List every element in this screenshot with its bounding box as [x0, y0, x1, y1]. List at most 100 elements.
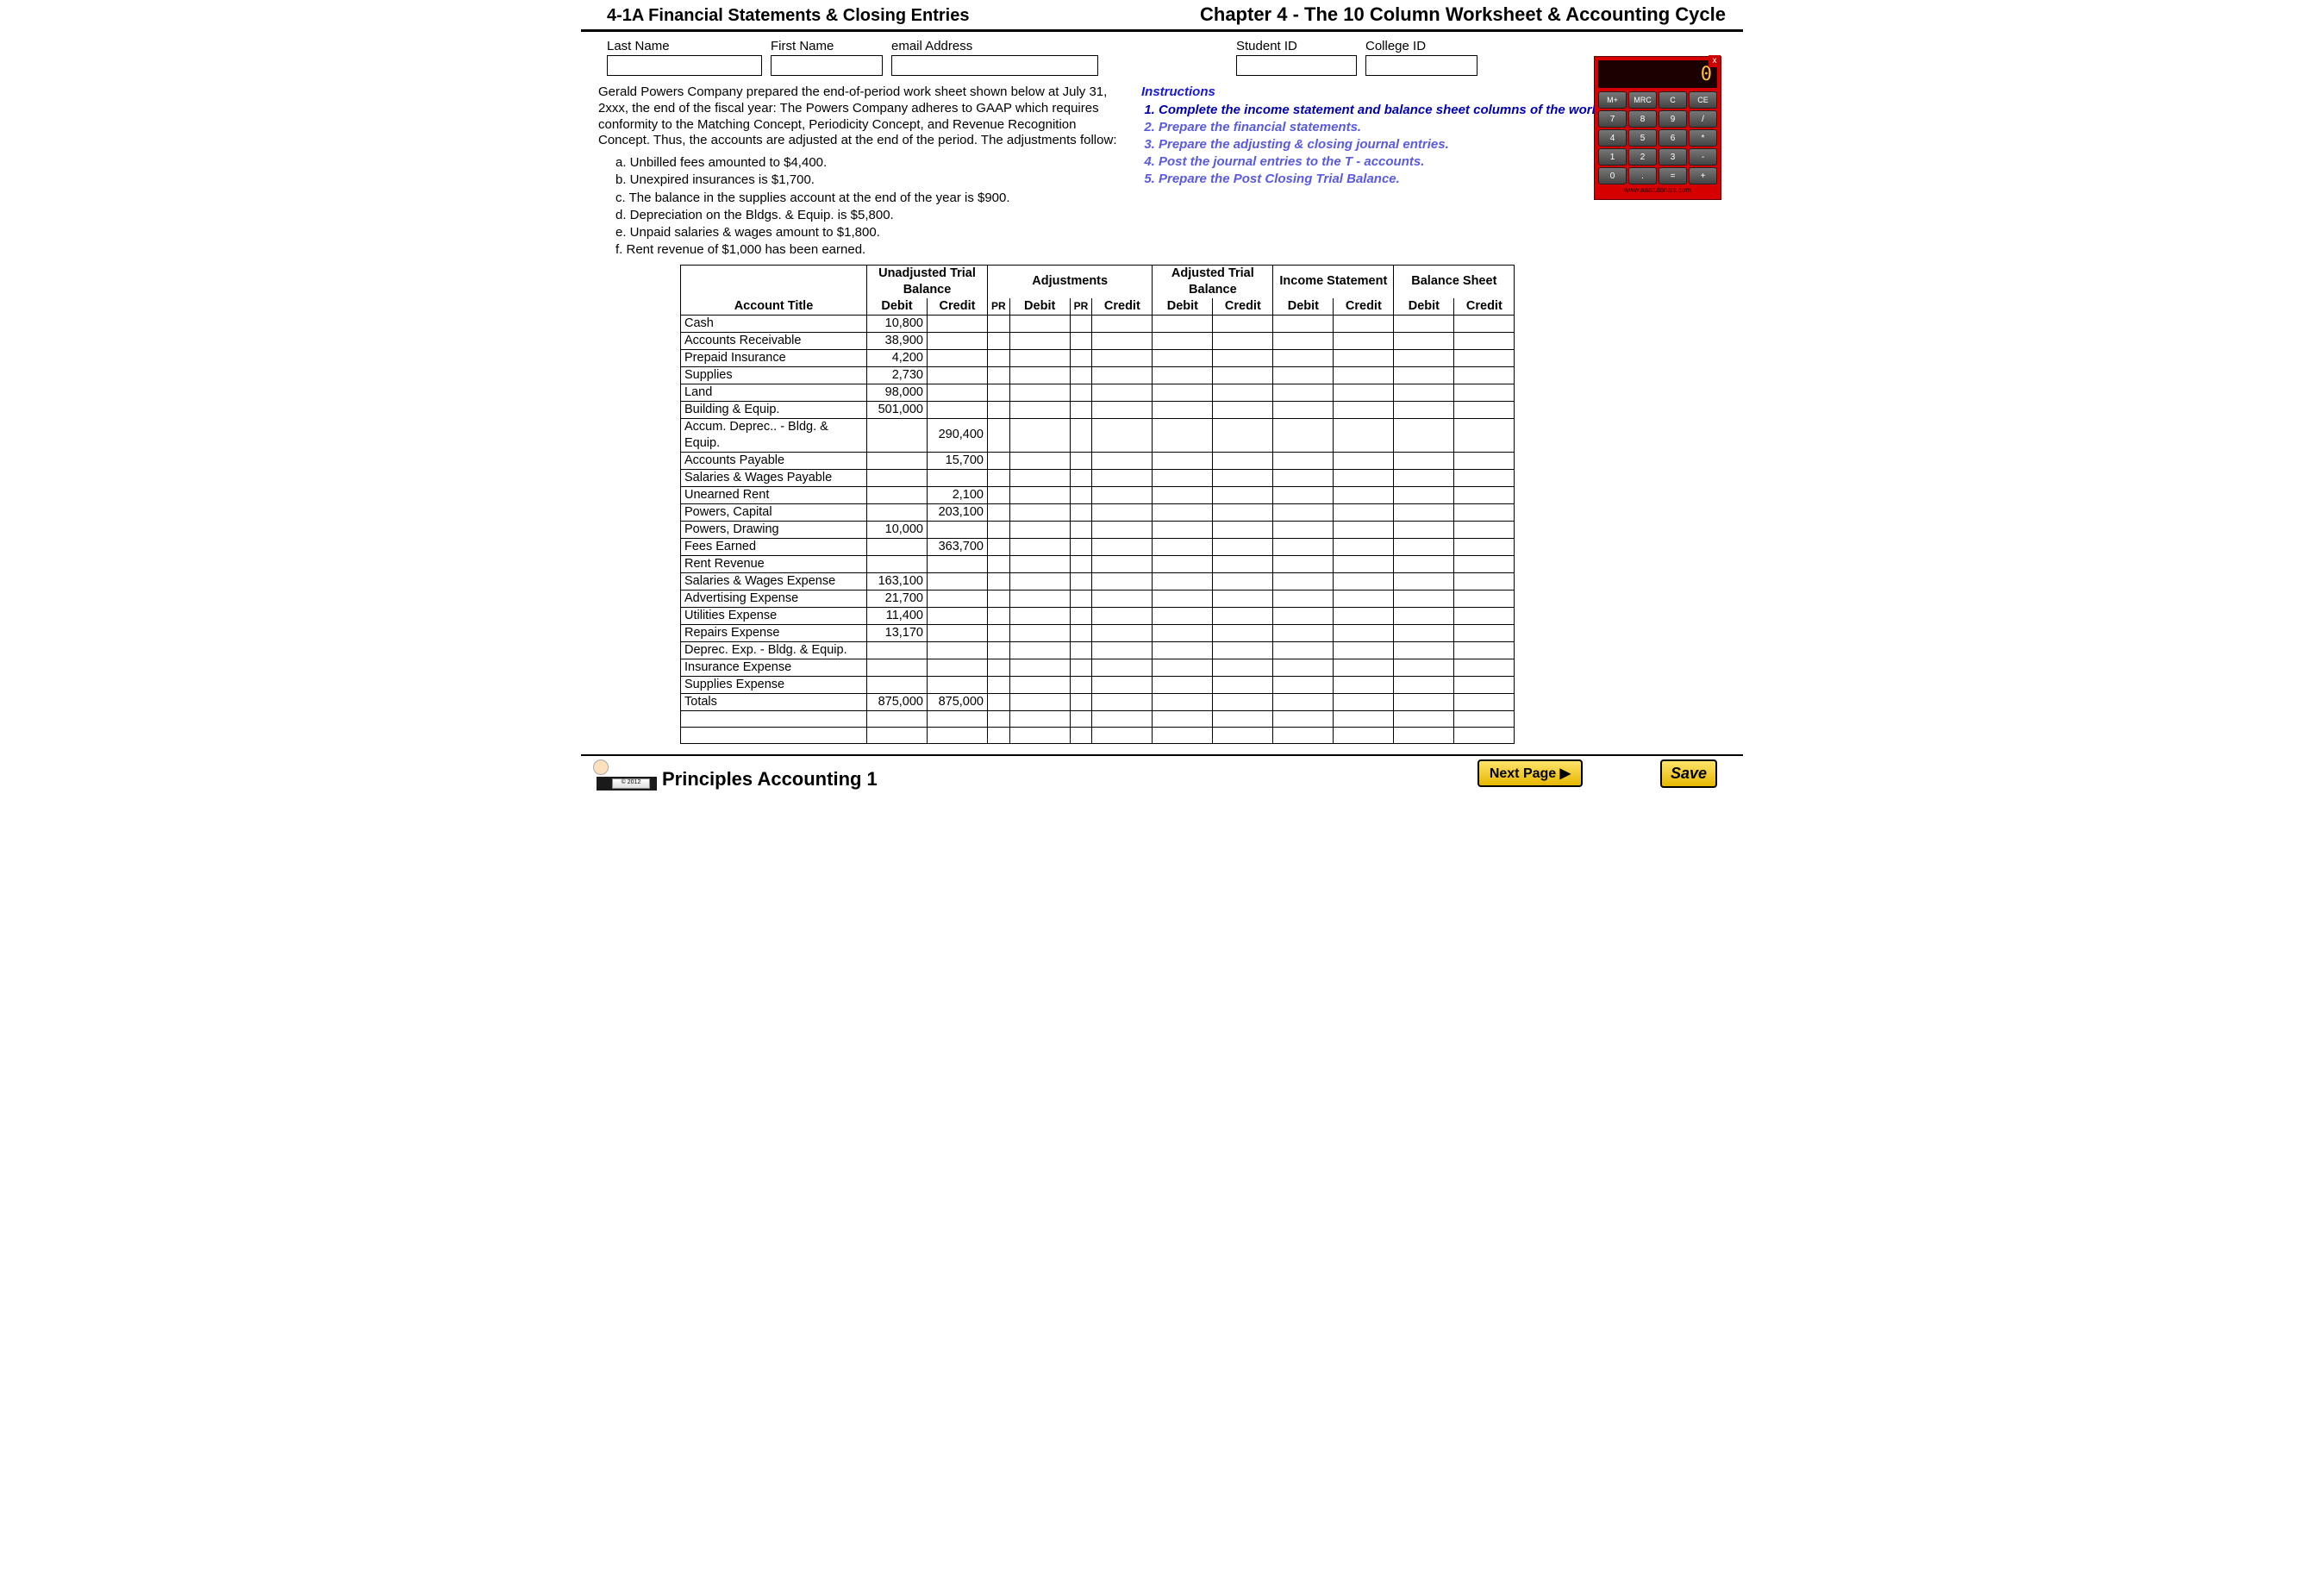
worksheet-cell[interactable]	[988, 315, 1010, 332]
worksheet-cell[interactable]	[1070, 659, 1092, 676]
worksheet-cell[interactable]	[1009, 624, 1070, 641]
worksheet-cell[interactable]	[1070, 486, 1092, 503]
worksheet-cell[interactable]	[1394, 486, 1454, 503]
worksheet-cell[interactable]	[1454, 572, 1515, 590]
worksheet-cell[interactable]	[1334, 349, 1394, 366]
worksheet-cell[interactable]	[1394, 624, 1454, 641]
worksheet-cell[interactable]	[1070, 727, 1092, 743]
worksheet-cell[interactable]	[1334, 452, 1394, 469]
worksheet-cell[interactable]	[1213, 538, 1273, 555]
input-student-id[interactable]	[1236, 55, 1357, 76]
worksheet-cell[interactable]	[988, 366, 1010, 384]
worksheet-cell[interactable]	[1454, 503, 1515, 521]
worksheet-cell[interactable]	[1394, 521, 1454, 538]
worksheet-cell[interactable]	[1394, 503, 1454, 521]
worksheet-cell[interactable]	[1454, 452, 1515, 469]
worksheet-cell[interactable]	[1334, 624, 1394, 641]
worksheet-cell[interactable]	[1009, 452, 1070, 469]
worksheet-cell[interactable]	[988, 607, 1010, 624]
calc-key-MRC[interactable]: MRC	[1628, 91, 1657, 109]
worksheet-cell[interactable]	[1394, 418, 1454, 452]
worksheet-cell[interactable]	[1092, 332, 1153, 349]
worksheet-cell[interactable]	[1273, 590, 1334, 607]
worksheet-cell[interactable]	[1454, 693, 1515, 710]
worksheet-cell[interactable]	[1009, 366, 1070, 384]
calc-key-.[interactable]: .	[1628, 167, 1657, 184]
worksheet-cell[interactable]	[1153, 486, 1213, 503]
worksheet-cell[interactable]	[1153, 401, 1213, 418]
worksheet-cell[interactable]	[1009, 384, 1070, 401]
calc-key-4[interactable]: 4	[1598, 129, 1627, 147]
worksheet-cell[interactable]	[1213, 555, 1273, 572]
worksheet-cell[interactable]	[1213, 676, 1273, 693]
worksheet-cell[interactable]	[1009, 418, 1070, 452]
calc-key-7[interactable]: 7	[1598, 110, 1627, 128]
worksheet-cell[interactable]	[988, 486, 1010, 503]
worksheet-cell[interactable]	[1213, 469, 1273, 486]
worksheet-cell[interactable]	[988, 659, 1010, 676]
worksheet-cell[interactable]	[1273, 693, 1334, 710]
worksheet-cell[interactable]	[1070, 521, 1092, 538]
worksheet-cell[interactable]	[1070, 538, 1092, 555]
calc-key-5[interactable]: 5	[1628, 129, 1657, 147]
calc-key-9[interactable]: 9	[1659, 110, 1687, 128]
next-page-button[interactable]: Next Page ▶	[1477, 759, 1583, 787]
worksheet-cell[interactable]	[1334, 384, 1394, 401]
worksheet-cell[interactable]	[1273, 452, 1334, 469]
worksheet-cell[interactable]	[1092, 676, 1153, 693]
worksheet-cell[interactable]	[1454, 659, 1515, 676]
worksheet-cell[interactable]	[1454, 315, 1515, 332]
worksheet-cell[interactable]	[1092, 727, 1153, 743]
worksheet-cell[interactable]	[1454, 469, 1515, 486]
worksheet-cell[interactable]	[1070, 384, 1092, 401]
worksheet-cell[interactable]	[1394, 572, 1454, 590]
worksheet-cell[interactable]	[1394, 710, 1454, 727]
worksheet-cell[interactable]	[1394, 693, 1454, 710]
worksheet-cell[interactable]	[1092, 572, 1153, 590]
worksheet-cell[interactable]	[1394, 538, 1454, 555]
worksheet-cell[interactable]	[1153, 418, 1213, 452]
worksheet-cell[interactable]	[1153, 659, 1213, 676]
worksheet-cell[interactable]	[988, 641, 1010, 659]
worksheet-cell[interactable]	[1454, 349, 1515, 366]
close-icon[interactable]: x	[1709, 55, 1721, 67]
worksheet-cell[interactable]	[988, 710, 1010, 727]
worksheet-cell[interactable]	[1092, 521, 1153, 538]
worksheet-cell[interactable]	[1153, 521, 1213, 538]
worksheet-cell[interactable]	[1334, 710, 1394, 727]
worksheet-cell[interactable]	[1394, 676, 1454, 693]
worksheet-cell[interactable]	[1070, 418, 1092, 452]
worksheet-cell[interactable]	[1092, 555, 1153, 572]
worksheet-cell[interactable]	[1092, 641, 1153, 659]
worksheet-cell[interactable]	[1153, 349, 1213, 366]
worksheet-cell[interactable]	[1213, 624, 1273, 641]
worksheet-cell[interactable]	[988, 521, 1010, 538]
calc-key-CE[interactable]: CE	[1689, 91, 1717, 109]
worksheet-cell[interactable]	[1070, 452, 1092, 469]
worksheet-cell[interactable]	[1394, 349, 1454, 366]
worksheet-cell[interactable]	[1070, 349, 1092, 366]
worksheet-cell[interactable]	[1394, 590, 1454, 607]
worksheet-cell[interactable]	[988, 624, 1010, 641]
worksheet-cell[interactable]	[1092, 366, 1153, 384]
calc-key-C[interactable]: C	[1659, 91, 1687, 109]
worksheet-cell[interactable]	[1334, 555, 1394, 572]
worksheet-cell[interactable]	[1334, 727, 1394, 743]
worksheet-cell[interactable]	[1153, 607, 1213, 624]
worksheet-cell[interactable]	[1009, 555, 1070, 572]
worksheet-cell[interactable]	[1273, 366, 1334, 384]
worksheet-cell[interactable]	[1273, 538, 1334, 555]
worksheet-cell[interactable]	[1454, 366, 1515, 384]
worksheet-cell[interactable]	[1092, 624, 1153, 641]
worksheet-cell[interactable]	[1070, 590, 1092, 607]
worksheet-cell[interactable]	[1334, 693, 1394, 710]
calc-key-+[interactable]: +	[1689, 167, 1717, 184]
worksheet-cell[interactable]	[988, 693, 1010, 710]
calc-key-1[interactable]: 1	[1598, 148, 1627, 166]
worksheet-cell[interactable]	[1213, 418, 1273, 452]
worksheet-cell[interactable]	[1092, 607, 1153, 624]
worksheet-cell[interactable]	[1009, 315, 1070, 332]
worksheet-cell[interactable]	[1213, 401, 1273, 418]
worksheet-cell[interactable]	[1213, 607, 1273, 624]
worksheet-cell[interactable]	[1153, 590, 1213, 607]
